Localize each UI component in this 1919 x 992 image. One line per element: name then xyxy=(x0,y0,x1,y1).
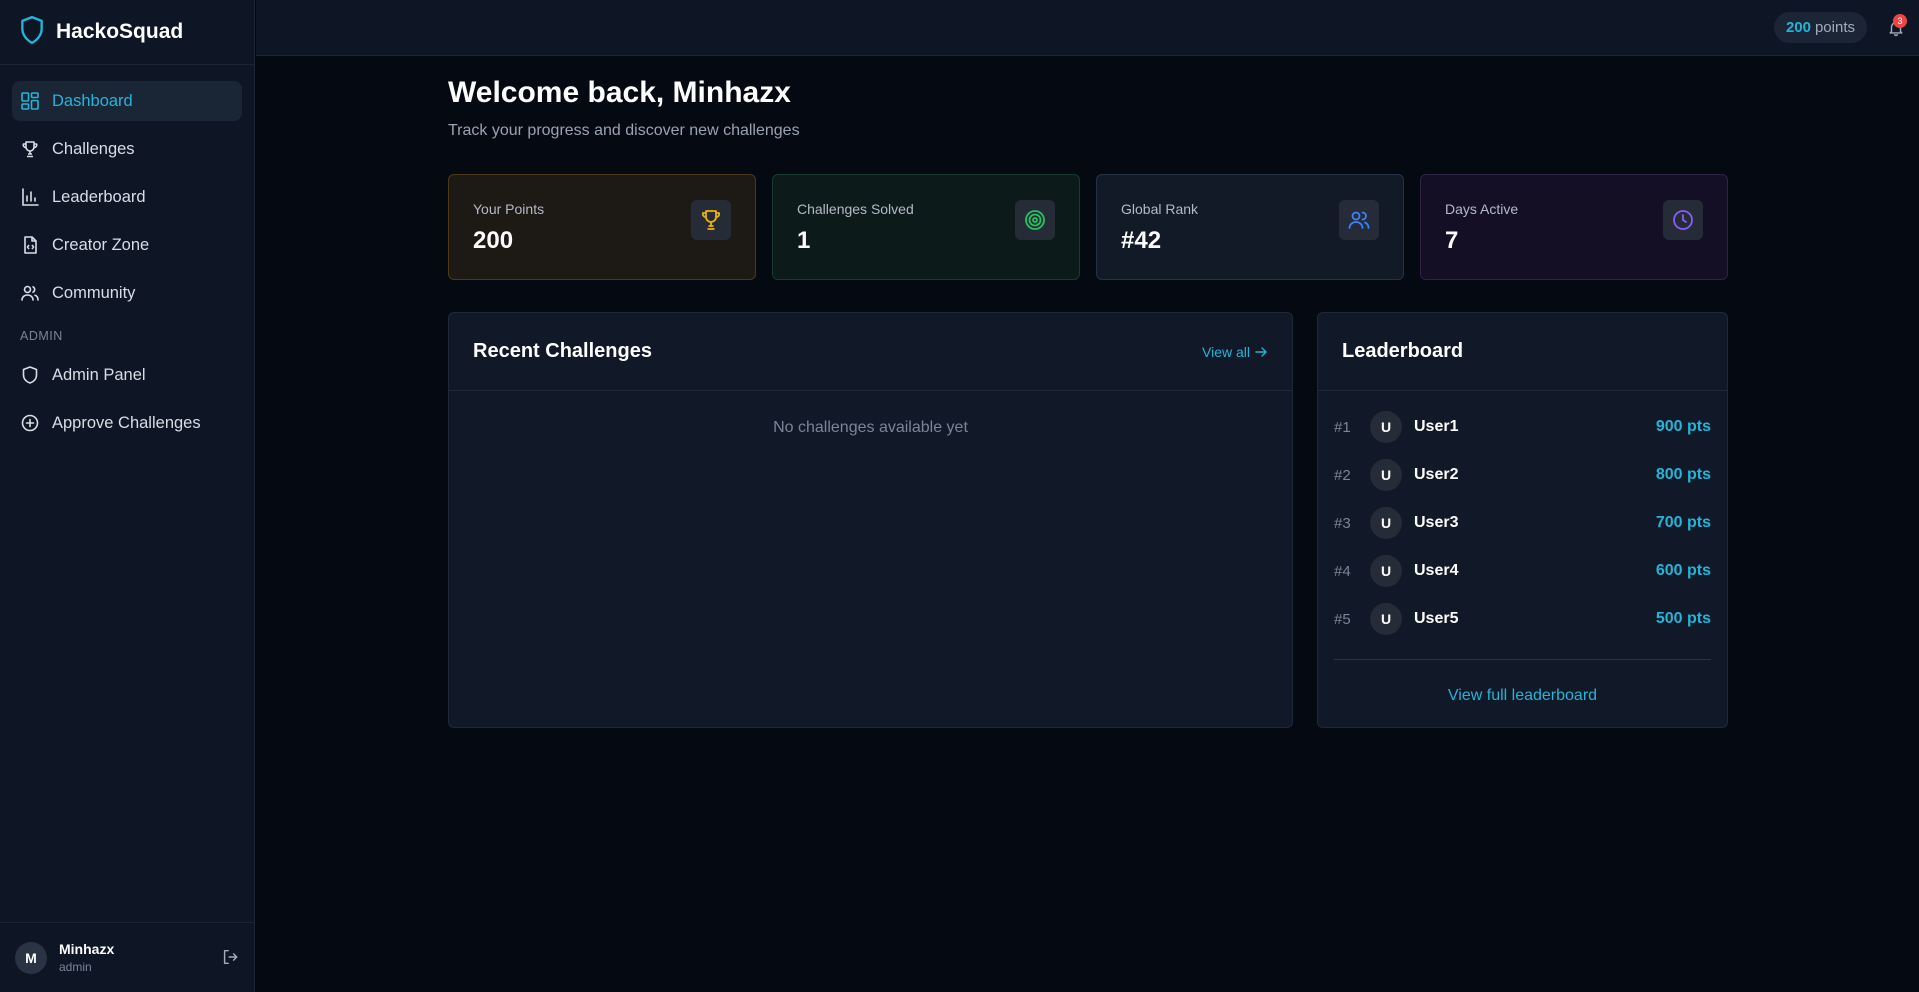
users-icon xyxy=(1339,200,1379,240)
user-name: User3 xyxy=(1414,514,1459,531)
brand[interactable]: HackoSquad xyxy=(0,0,254,65)
empty-state: No challenges available yet xyxy=(773,419,968,436)
user-name: User1 xyxy=(1414,418,1459,435)
sidebar-item-label: Dashboard xyxy=(52,91,133,110)
rank: #2 xyxy=(1334,466,1351,484)
stat-card-solved: Challenges Solved 1 xyxy=(772,174,1080,280)
rank: #4 xyxy=(1334,562,1351,580)
leaderboard-row[interactable]: #1 U User1 900 pts xyxy=(1334,403,1711,451)
page-subtitle: Track your progress and discover new cha… xyxy=(448,122,800,139)
sidebar-item-label: Leaderboard xyxy=(52,187,146,206)
sidebar-item-label: Creator Zone xyxy=(52,235,150,254)
points: 800 pts xyxy=(1655,466,1711,483)
points: 500 pts xyxy=(1655,610,1711,627)
stat-card-rank: Global Rank #42 xyxy=(1096,174,1404,280)
dashboard-icon xyxy=(20,91,40,111)
leaderboard-list: #1 U User1 900 pts #2 U User2 800 pts #3… xyxy=(1318,391,1727,643)
code-file-icon xyxy=(20,235,40,255)
target-icon xyxy=(1015,200,1055,240)
sidebar-item-challenges[interactable]: Challenges xyxy=(12,129,242,169)
user-profile: M Minhazx admin xyxy=(0,922,255,992)
sidebar-item-approve-challenges[interactable]: Approve Challenges xyxy=(12,403,242,443)
panel-title: Leaderboard xyxy=(1342,340,1464,362)
sidebar-item-dashboard[interactable]: Dashboard xyxy=(12,81,242,121)
points: 700 pts xyxy=(1655,514,1711,531)
arrow-right-icon xyxy=(1255,346,1267,357)
rank: #3 xyxy=(1334,514,1351,532)
sidebar-item-label: Challenges xyxy=(52,139,135,158)
sidebar-item-community[interactable]: Community xyxy=(12,273,242,313)
sidebar-item-leaderboard[interactable]: Leaderboard xyxy=(12,177,242,217)
content-row: Recent Challenges View all No challenges… xyxy=(448,312,1728,728)
points: 900 pts xyxy=(1655,418,1711,435)
user-name: User2 xyxy=(1414,466,1459,483)
leaderboard-panel: Leaderboard #1 U User1 900 pts #2 U User… xyxy=(1317,312,1728,728)
sidebar: HackoSquad Dashboard Challenges Leaderbo… xyxy=(0,0,255,992)
view-all-label: View all xyxy=(1202,343,1250,360)
avatar: U xyxy=(1370,555,1402,587)
sidebar-nav: Dashboard Challenges Leaderboard Creator… xyxy=(0,65,254,443)
admin-section-label: ADMIN xyxy=(20,329,63,343)
sidebar-item-label: Community xyxy=(52,283,136,302)
leaderboard-row[interactable]: #4 U User4 600 pts xyxy=(1334,547,1711,595)
plus-circle-icon xyxy=(20,413,40,433)
points: 600 pts xyxy=(1655,562,1711,579)
points-label: points xyxy=(1814,19,1855,36)
avatar[interactable]: M xyxy=(15,941,47,974)
user-role: admin xyxy=(59,960,92,974)
logout-icon[interactable] xyxy=(221,948,239,966)
main-content: Welcome back, Minhazx Track your progres… xyxy=(448,56,1728,728)
stat-card-days: Days Active 7 xyxy=(1420,174,1728,280)
user-name: User4 xyxy=(1414,562,1459,579)
stats-row: Your Points 200 Challenges Solved 1 Glob… xyxy=(448,174,1728,280)
avatar: U xyxy=(1370,603,1402,635)
sidebar-item-creator-zone[interactable]: Creator Zone xyxy=(12,225,242,265)
topbar: 200 points 3 xyxy=(256,0,1919,56)
clock-icon xyxy=(1663,200,1703,240)
divider xyxy=(1334,659,1711,660)
recent-challenges-panel: Recent Challenges View all No challenges… xyxy=(448,312,1293,728)
trophy-icon xyxy=(20,139,40,159)
points-value: 200 xyxy=(1785,19,1811,36)
rank: #1 xyxy=(1334,418,1351,436)
user-name: User5 xyxy=(1414,610,1459,627)
view-all-link[interactable]: View all xyxy=(1202,344,1268,360)
user-name: Minhazx xyxy=(59,941,115,957)
bar-chart-icon xyxy=(20,187,40,207)
users-icon xyxy=(20,283,40,303)
notification-badge: 3 xyxy=(1893,14,1907,28)
stat-card-points: Your Points 200 xyxy=(448,174,756,280)
rank: #5 xyxy=(1334,610,1351,628)
sidebar-item-admin-panel[interactable]: Admin Panel xyxy=(12,355,242,395)
leaderboard-row[interactable]: #2 U User2 800 pts xyxy=(1334,451,1711,499)
brand-name: HackoSquad xyxy=(56,20,184,43)
leaderboard-row[interactable]: #5 U User5 500 pts xyxy=(1334,595,1711,643)
view-full-leaderboard-link[interactable]: View full leaderboard xyxy=(1318,687,1727,705)
shield-icon xyxy=(20,365,40,385)
panel-title: Recent Challenges xyxy=(473,340,652,362)
sidebar-item-label: Admin Panel xyxy=(52,365,146,384)
avatar: U xyxy=(1370,411,1402,443)
leaderboard-row[interactable]: #3 U User3 700 pts xyxy=(1334,499,1711,547)
avatar: U xyxy=(1370,459,1402,491)
page-title: Welcome back, Minhazx xyxy=(448,76,791,109)
points-pill[interactable]: 200 points xyxy=(1773,12,1867,43)
sidebar-item-label: Approve Challenges xyxy=(52,413,201,432)
avatar: U xyxy=(1370,507,1402,539)
trophy-icon xyxy=(691,200,731,240)
shield-logo-icon xyxy=(19,15,45,50)
